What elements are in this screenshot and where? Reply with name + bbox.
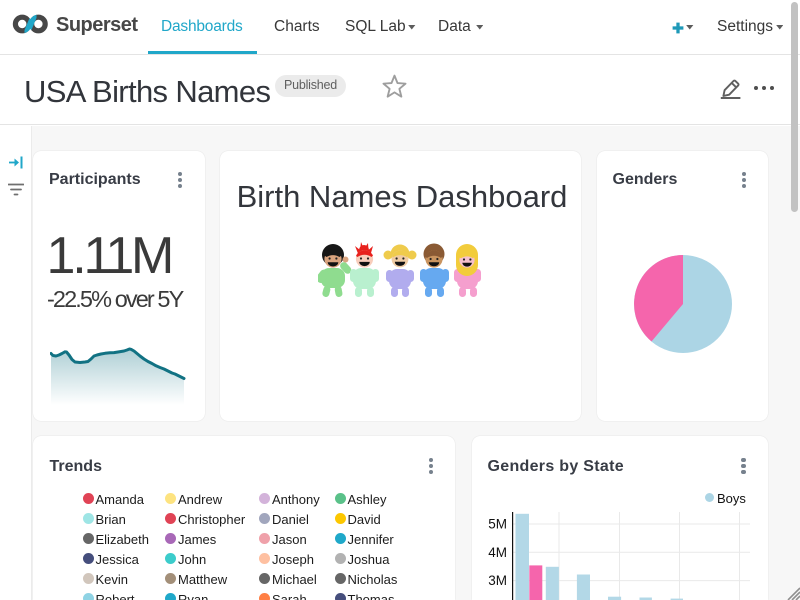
svg-text:3M: 3M [488,573,507,588]
svg-text:5M: 5M [488,517,507,532]
svg-text:4M: 4M [488,545,507,560]
